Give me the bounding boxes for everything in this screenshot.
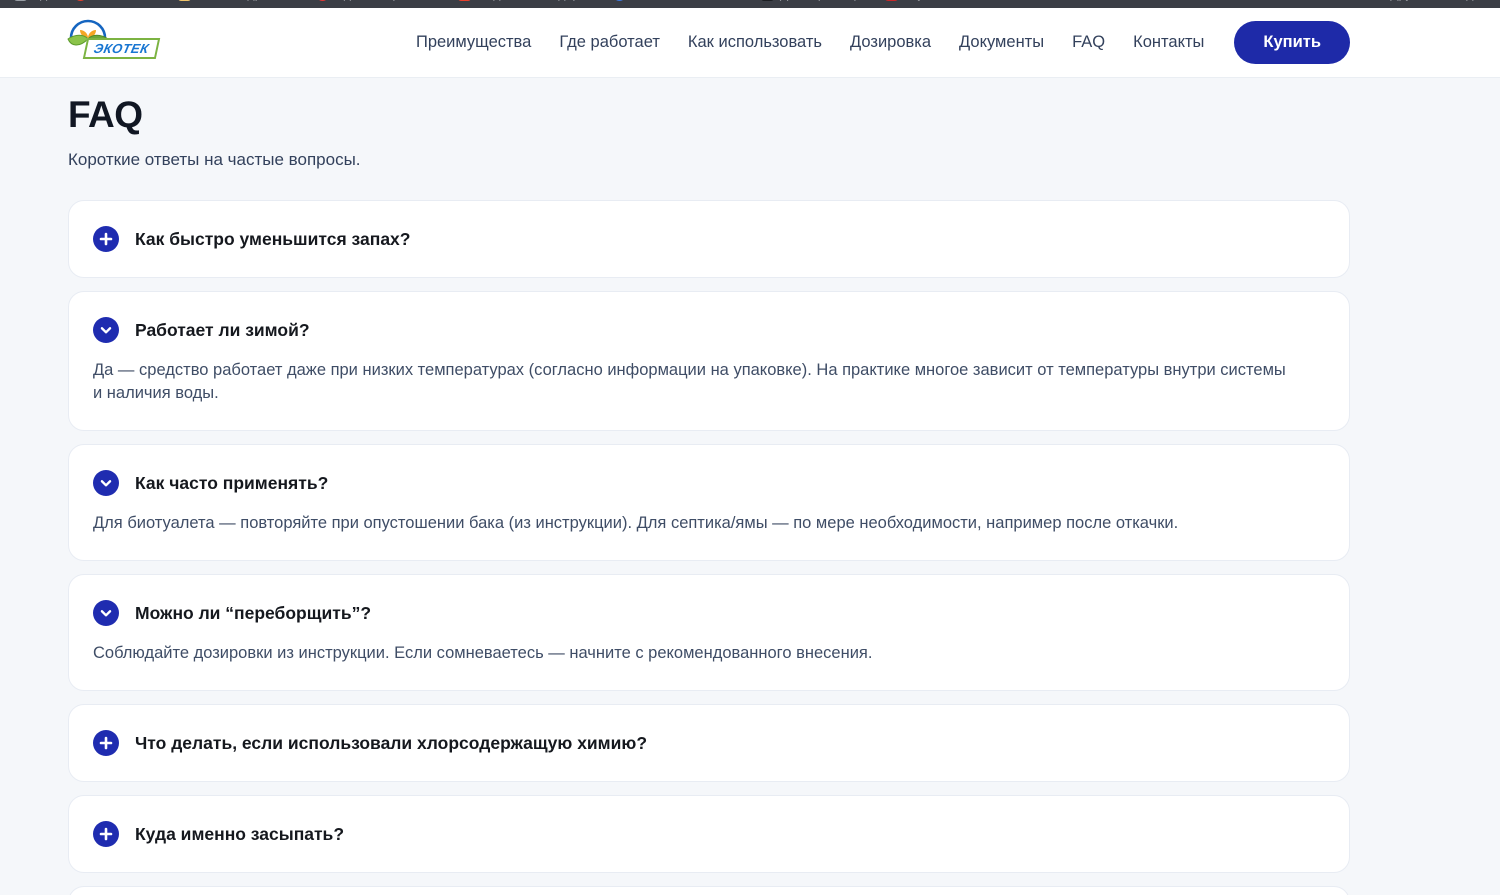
faq-question: Как быстро уменьшится запах? <box>135 229 410 250</box>
chevron-down-icon[interactable] <box>93 470 119 496</box>
faq-question-row[interactable]: Можно ли “переборщить”? <box>69 575 1349 642</box>
faq-question-row[interactable]: Точно ли “безопасно” для людей и животны… <box>69 887 1349 895</box>
logo-text: ЭКОТЕК <box>92 41 150 56</box>
plus-icon[interactable] <box>93 730 119 756</box>
bookmark-label: Хостинг TimeWeb <box>632 0 734 1</box>
faq-question-row[interactable]: Работает ли зимой? <box>69 292 1349 359</box>
yandex-direct-icon <box>74 0 87 1</box>
bookmark-label: Яндекс Календарь <box>477 0 586 1</box>
bookmark-label: Администрати… <box>335 0 431 1</box>
other-bookmarks-button[interactable]: Другие закладки <box>1390 0 1486 1</box>
faq-question-row[interactable]: Как быстро уменьшится запах? <box>69 201 1349 277</box>
chevron-down-icon[interactable] <box>93 600 119 626</box>
bookmark-label: РФ - Внедрение <box>197 0 290 1</box>
plus-icon[interactable] <box>93 821 119 847</box>
faq-list: Как быстро уменьшится запах? Работает ли… <box>68 200 1350 895</box>
faq-question: Что делать, если использовали хлорсодерж… <box>135 733 647 754</box>
site-header: ЭКОТЕК Преимущества Где работает Как исп… <box>0 8 1500 78</box>
admin-favicon <box>316 0 329 1</box>
bookmark-item[interactable]: Администрати… <box>316 0 431 1</box>
nav-item-how-to-use[interactable]: Как использовать <box>688 33 822 52</box>
bookmark-label: ид <box>33 0 47 1</box>
browser-bookmarks-bar: ид Кампании РФ - Внедрение Администрати…… <box>0 0 1500 8</box>
page-icon <box>14 0 27 1</box>
faq-card: Точно ли “безопасно” для людей и животны… <box>68 886 1350 895</box>
nav-item-dosage[interactable]: Дозировка <box>850 33 931 52</box>
site-logo[interactable]: ЭКОТЕК <box>65 20 157 66</box>
nav-item-contacts[interactable]: Контакты <box>1133 33 1204 52</box>
dark-favicon <box>761 0 774 1</box>
bookmark-item[interactable]: РФ - Внедрение <box>178 0 290 1</box>
faq-question-row[interactable]: Куда именно засыпать? <box>69 796 1349 872</box>
bookmark-item[interactable]: ДВСТ (Розон) <box>761 0 858 1</box>
yandex-calendar-icon <box>458 0 471 1</box>
toyota-favicon <box>885 0 898 1</box>
faq-question: Работает ли зимой? <box>135 320 310 341</box>
bookmarks-row: ид Кампании РФ - Внедрение Администрати…… <box>0 0 1500 8</box>
nav-item-documents[interactable]: Документы <box>959 33 1044 52</box>
faq-question-row[interactable]: Как часто применять? <box>69 445 1349 512</box>
bookmark-item[interactable]: Кампании <box>74 0 150 1</box>
bookmark-item[interactable]: Toyota RAV4 Пнев… <box>885 0 1021 1</box>
bookmark-label: ДВСТ (Розон) <box>780 0 858 1</box>
bookmark-label: Кампании <box>93 0 150 1</box>
faq-card: Работает ли зимой? Да — средство работае… <box>68 291 1350 431</box>
bookmark-item[interactable]: Хостинг TimeWeb <box>613 0 734 1</box>
page-title: FAQ <box>68 94 1350 136</box>
faq-card: Как быстро уменьшится запах? <box>68 200 1350 278</box>
faq-question: Как часто применять? <box>135 473 328 494</box>
chevron-down-icon[interactable] <box>93 317 119 343</box>
timeweb-favicon <box>613 0 626 1</box>
faq-answer: Соблюдайте дозировки из инструкции. Если… <box>69 642 1314 690</box>
faq-card: Как часто применять? Для биотуалета — по… <box>68 444 1350 561</box>
other-bookmarks-label: Другие закладки <box>1390 0 1486 1</box>
faq-card: Куда именно засыпать? <box>68 795 1350 873</box>
faq-question: Можно ли “переборщить”? <box>135 603 371 624</box>
faq-answer: Да — средство работает даже при низких т… <box>69 359 1314 430</box>
faq-card: Что делать, если использовали хлорсодерж… <box>68 704 1350 782</box>
folder-icon <box>178 0 191 1</box>
bookmark-label: Toyota RAV4 Пнев… <box>904 0 1021 1</box>
bookmark-item[interactable]: ид <box>14 0 47 1</box>
plus-icon[interactable] <box>93 226 119 252</box>
header-nav: Преимущества Где работает Как использова… <box>416 21 1350 64</box>
page-subtitle: Короткие ответы на частые вопросы. <box>68 150 1350 170</box>
bookmark-item[interactable]: Яндекс Календарь <box>458 0 586 1</box>
faq-answer: Для биотуалета — повторяйте при опустоше… <box>69 512 1314 560</box>
buy-button[interactable]: Купить <box>1234 21 1350 64</box>
nav-item-advantages[interactable]: Преимущества <box>416 33 531 52</box>
nav-item-faq[interactable]: FAQ <box>1072 33 1105 52</box>
logo-badge: ЭКОТЕК <box>83 38 160 59</box>
faq-question-row[interactable]: Что делать, если использовали хлорсодерж… <box>69 705 1349 781</box>
faq-card: Можно ли “переборщить”? Соблюдайте дозир… <box>68 574 1350 691</box>
nav-item-where-works[interactable]: Где работает <box>559 33 660 52</box>
faq-section: FAQ Короткие ответы на частые вопросы. К… <box>68 78 1350 895</box>
faq-question: Куда именно засыпать? <box>135 824 344 845</box>
